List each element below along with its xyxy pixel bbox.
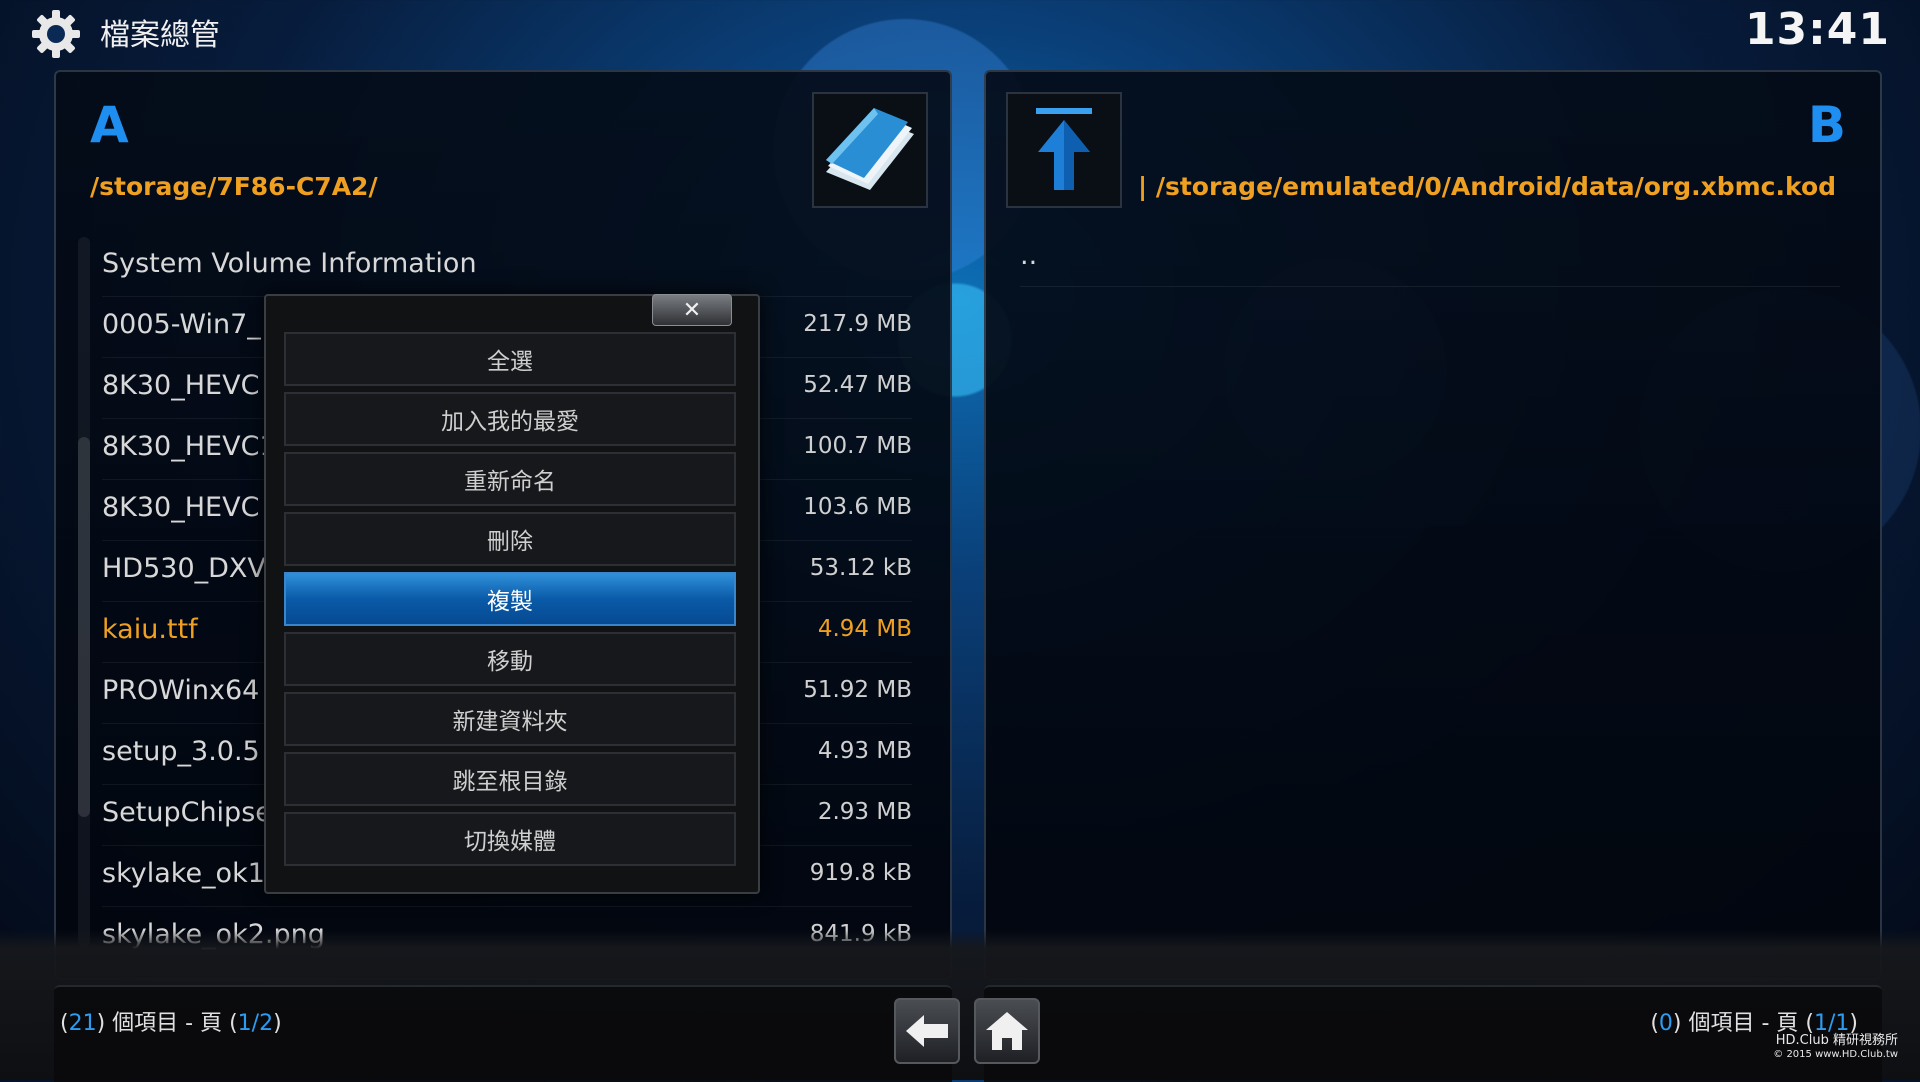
back-arrow-icon (906, 1015, 948, 1047)
panel-b-path: | /storage/emulated/0/Android/data/org.x… (1138, 172, 1838, 201)
file-name: 8K30_HEVC (102, 370, 260, 401)
menu-item-go-root[interactable]: 跳至根目錄 (284, 752, 736, 806)
menu-item-copy[interactable]: 複製 (284, 572, 736, 626)
count-text: ( (60, 1011, 69, 1036)
count-text: ( (1650, 1011, 1659, 1036)
panel-a-scrollbar[interactable] (78, 237, 90, 947)
file-size: 4.94 MB (817, 616, 912, 642)
back-button[interactable] (894, 998, 960, 1064)
count-text: ) 個項目 - 頁 ( (96, 1011, 238, 1036)
home-button[interactable] (974, 998, 1040, 1064)
divider (1020, 286, 1840, 287)
file-name: PROWinx64 (102, 675, 260, 706)
file-size: 100.7 MB (803, 433, 912, 459)
file-name: HD530_DXV (102, 553, 266, 584)
watermark-line1: HD.Club 精研視務所 (1775, 1033, 1898, 1048)
file-size: 4.93 MB (817, 738, 912, 764)
file-name: skylake_ok1 (102, 858, 265, 889)
menu-item-rename[interactable]: 重新命名 (284, 452, 736, 506)
menu-item-switch-media[interactable]: 切換媒體 (284, 812, 736, 866)
file-name: 8K30_HEVC (102, 492, 260, 523)
file-size: 52.47 MB (803, 372, 912, 398)
close-icon: ✕ (682, 297, 702, 323)
clock: 13:41 (1744, 4, 1890, 55)
file-size: 103.6 MB (803, 494, 912, 520)
file-name: System Volume Information (102, 248, 477, 279)
watermark-line2: © 2015 www.HD.Club.tw (1773, 1049, 1898, 1060)
menu-item-select-all[interactable]: 全選 (284, 332, 736, 386)
file-name: 0005-Win7_ (102, 309, 261, 340)
panel-a-path: /storage/7F86-C7A2/ (90, 172, 378, 201)
close-button[interactable]: ✕ (652, 294, 732, 326)
list-item[interactable]: System Volume Information (102, 236, 912, 297)
panel-a-letter: A (90, 96, 129, 154)
app-title: 檔案總管 (100, 18, 220, 53)
file-size: 2.93 MB (817, 799, 912, 825)
folder-icon (812, 92, 928, 208)
count-text: ) (273, 1011, 282, 1036)
panel-b: B | /storage/emulated/0/Android/data/org… (984, 70, 1882, 980)
parent-folder-item[interactable]: .. (1020, 240, 1037, 271)
file-name: kaiu.ttf (102, 614, 198, 645)
gear-icon (32, 10, 80, 58)
file-name: 8K30_HEVC1 (102, 431, 277, 462)
file-size: 217.9 MB (803, 311, 912, 337)
file-name: SetupChipse (102, 797, 272, 828)
page-number: 1/2 (237, 1011, 274, 1036)
context-menu: 全選 加入我的最愛 重新命名 刪除 複製 移動 新建資料夾 跳至根目錄 切換媒體 (284, 332, 736, 872)
file-size: 53.12 kB (809, 555, 912, 581)
panel-b-letter: B (1807, 96, 1846, 154)
panel-a-item-count: (21) 個項目 - 頁 (1/2) (60, 1005, 282, 1037)
item-count-number: 0 (1658, 1011, 1673, 1036)
home-icon (986, 1012, 1028, 1050)
file-size: 51.92 MB (803, 677, 912, 703)
file-name: setup_3.0.5 (102, 736, 260, 767)
menu-item-add-favourite[interactable]: 加入我的最愛 (284, 392, 736, 446)
watermark: HD.Club 精研視務所 © 2015 www.HD.Club.tw (1773, 1034, 1898, 1062)
item-count-number: 21 (68, 1011, 97, 1036)
panel-a-scroll-thumb[interactable] (78, 437, 90, 817)
menu-item-new-folder[interactable]: 新建資料夾 (284, 692, 736, 746)
file-size: 919.8 kB (809, 860, 912, 886)
menu-item-delete[interactable]: 刪除 (284, 512, 736, 566)
up-arrow-icon (1006, 92, 1122, 208)
menu-item-move[interactable]: 移動 (284, 632, 736, 686)
